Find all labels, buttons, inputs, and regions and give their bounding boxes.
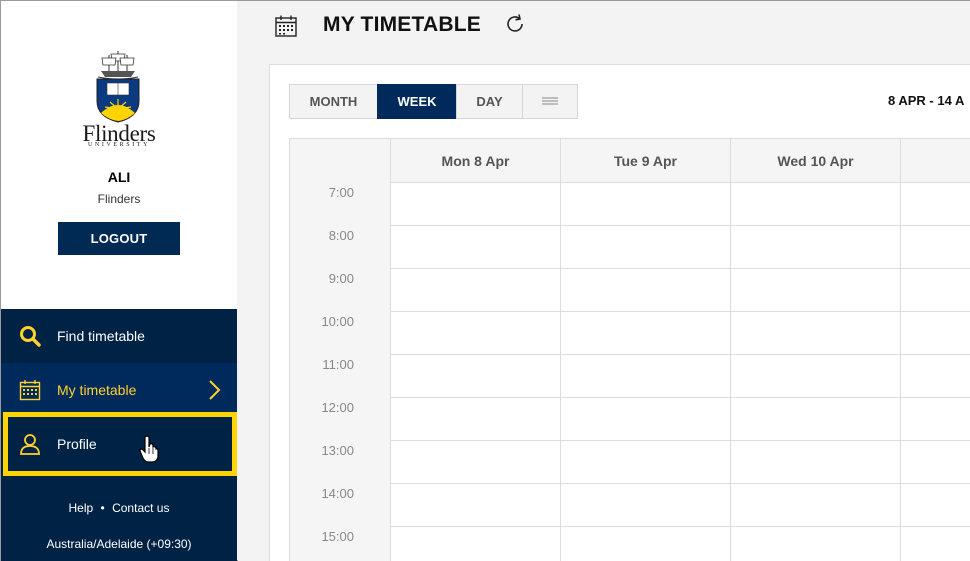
hour-row-line	[390, 268, 970, 269]
day-column-header: Wed 10 Apr	[730, 139, 900, 183]
hour-row-line	[390, 354, 970, 355]
main-content: MY TIMETABLE MONTH WEEK DAY 8 APR - 14 A…	[238, 1, 970, 561]
sidebar: Flinders UNIVERSITY ALI Flinders LOGOUT …	[1, 1, 237, 561]
view-switcher: MONTH WEEK DAY	[289, 84, 578, 119]
week-view-button[interactable]: WEEK	[377, 84, 457, 119]
logo-area: Flinders UNIVERSITY ALI Flinders LOGOUT	[1, 1, 237, 309]
day-column-line	[900, 183, 901, 561]
sidebar-item-my-timetable[interactable]: My timetable	[1, 363, 237, 417]
calendar-icon	[275, 15, 297, 37]
search-icon	[20, 325, 41, 347]
time-label: 12:00	[321, 400, 354, 415]
day-column-line	[730, 183, 731, 561]
sidebar-item-find-timetable[interactable]: Find timetable	[1, 309, 237, 362]
list-icon	[542, 96, 558, 105]
time-label: 8:00	[328, 228, 354, 243]
day-column-header: Tue 9 Apr	[560, 139, 730, 183]
day-column-line	[390, 183, 391, 561]
time-label: 13:00	[321, 443, 354, 458]
hour-row-line	[390, 311, 970, 312]
user-org: Flinders	[97, 192, 141, 206]
refresh-icon[interactable]	[504, 13, 526, 35]
sidebar-item-profile[interactable]: Profile	[1, 417, 237, 470]
list-view-button[interactable]	[522, 84, 578, 119]
date-range-label: 8 APR - 14 A	[888, 93, 965, 108]
week-grid: Mon 8 AprTue 9 AprWed 10 AprThu 7:00 8:00 9…	[289, 138, 970, 561]
time-label: 10:00	[321, 314, 354, 329]
day-column-line	[560, 183, 561, 561]
time-label: 9:00	[328, 271, 354, 286]
sidebar-item-label: Find timetable	[57, 327, 145, 344]
time-label: 7:00	[328, 185, 354, 200]
hour-row-line	[390, 440, 970, 441]
hour-row-line	[390, 526, 970, 527]
university-crest-icon	[96, 51, 140, 123]
sidebar-item-label: Profile	[57, 435, 97, 452]
month-view-button[interactable]: MONTH	[289, 84, 378, 119]
sidebar-item-label: My timetable	[57, 382, 137, 398]
hour-row-line	[390, 225, 970, 226]
sidebar-footer-links: Help • Contact us	[1, 501, 237, 515]
page-title: MY TIMETABLE	[323, 13, 481, 36]
day-column-header: Mon 8 Apr	[390, 139, 560, 183]
sidebar-nav: Find timetable My timetable Profile Help…	[1, 309, 237, 561]
contact-us-link[interactable]: Contact us	[112, 501, 169, 515]
time-label: 15:00	[321, 529, 354, 544]
time-label: 14:00	[321, 486, 354, 501]
time-label: 11:00	[322, 357, 354, 372]
time-column-header	[290, 139, 390, 183]
hand-cursor-icon	[139, 435, 159, 463]
footer-separator: •	[100, 501, 105, 515]
chevron-right-icon	[209, 380, 221, 400]
logout-button[interactable]: LOGOUT	[58, 222, 180, 255]
calendar-icon	[19, 380, 41, 401]
user-name: ALI	[107, 169, 131, 185]
help-link[interactable]: Help	[69, 501, 94, 515]
day-column-header: Thu	[900, 139, 970, 183]
hour-row-line	[390, 397, 970, 398]
user-icon	[20, 433, 40, 455]
university-wordmark-sub: UNIVERSITY	[88, 142, 150, 148]
timetable-panel: MONTH WEEK DAY 8 APR - 14 A Mon 8 Apr Tue…	[269, 64, 970, 561]
timezone-label: Australia/Adelaide (+09:30)	[46, 537, 192, 551]
day-view-button[interactable]: DAY	[456, 84, 523, 119]
hour-row-line	[390, 483, 970, 484]
